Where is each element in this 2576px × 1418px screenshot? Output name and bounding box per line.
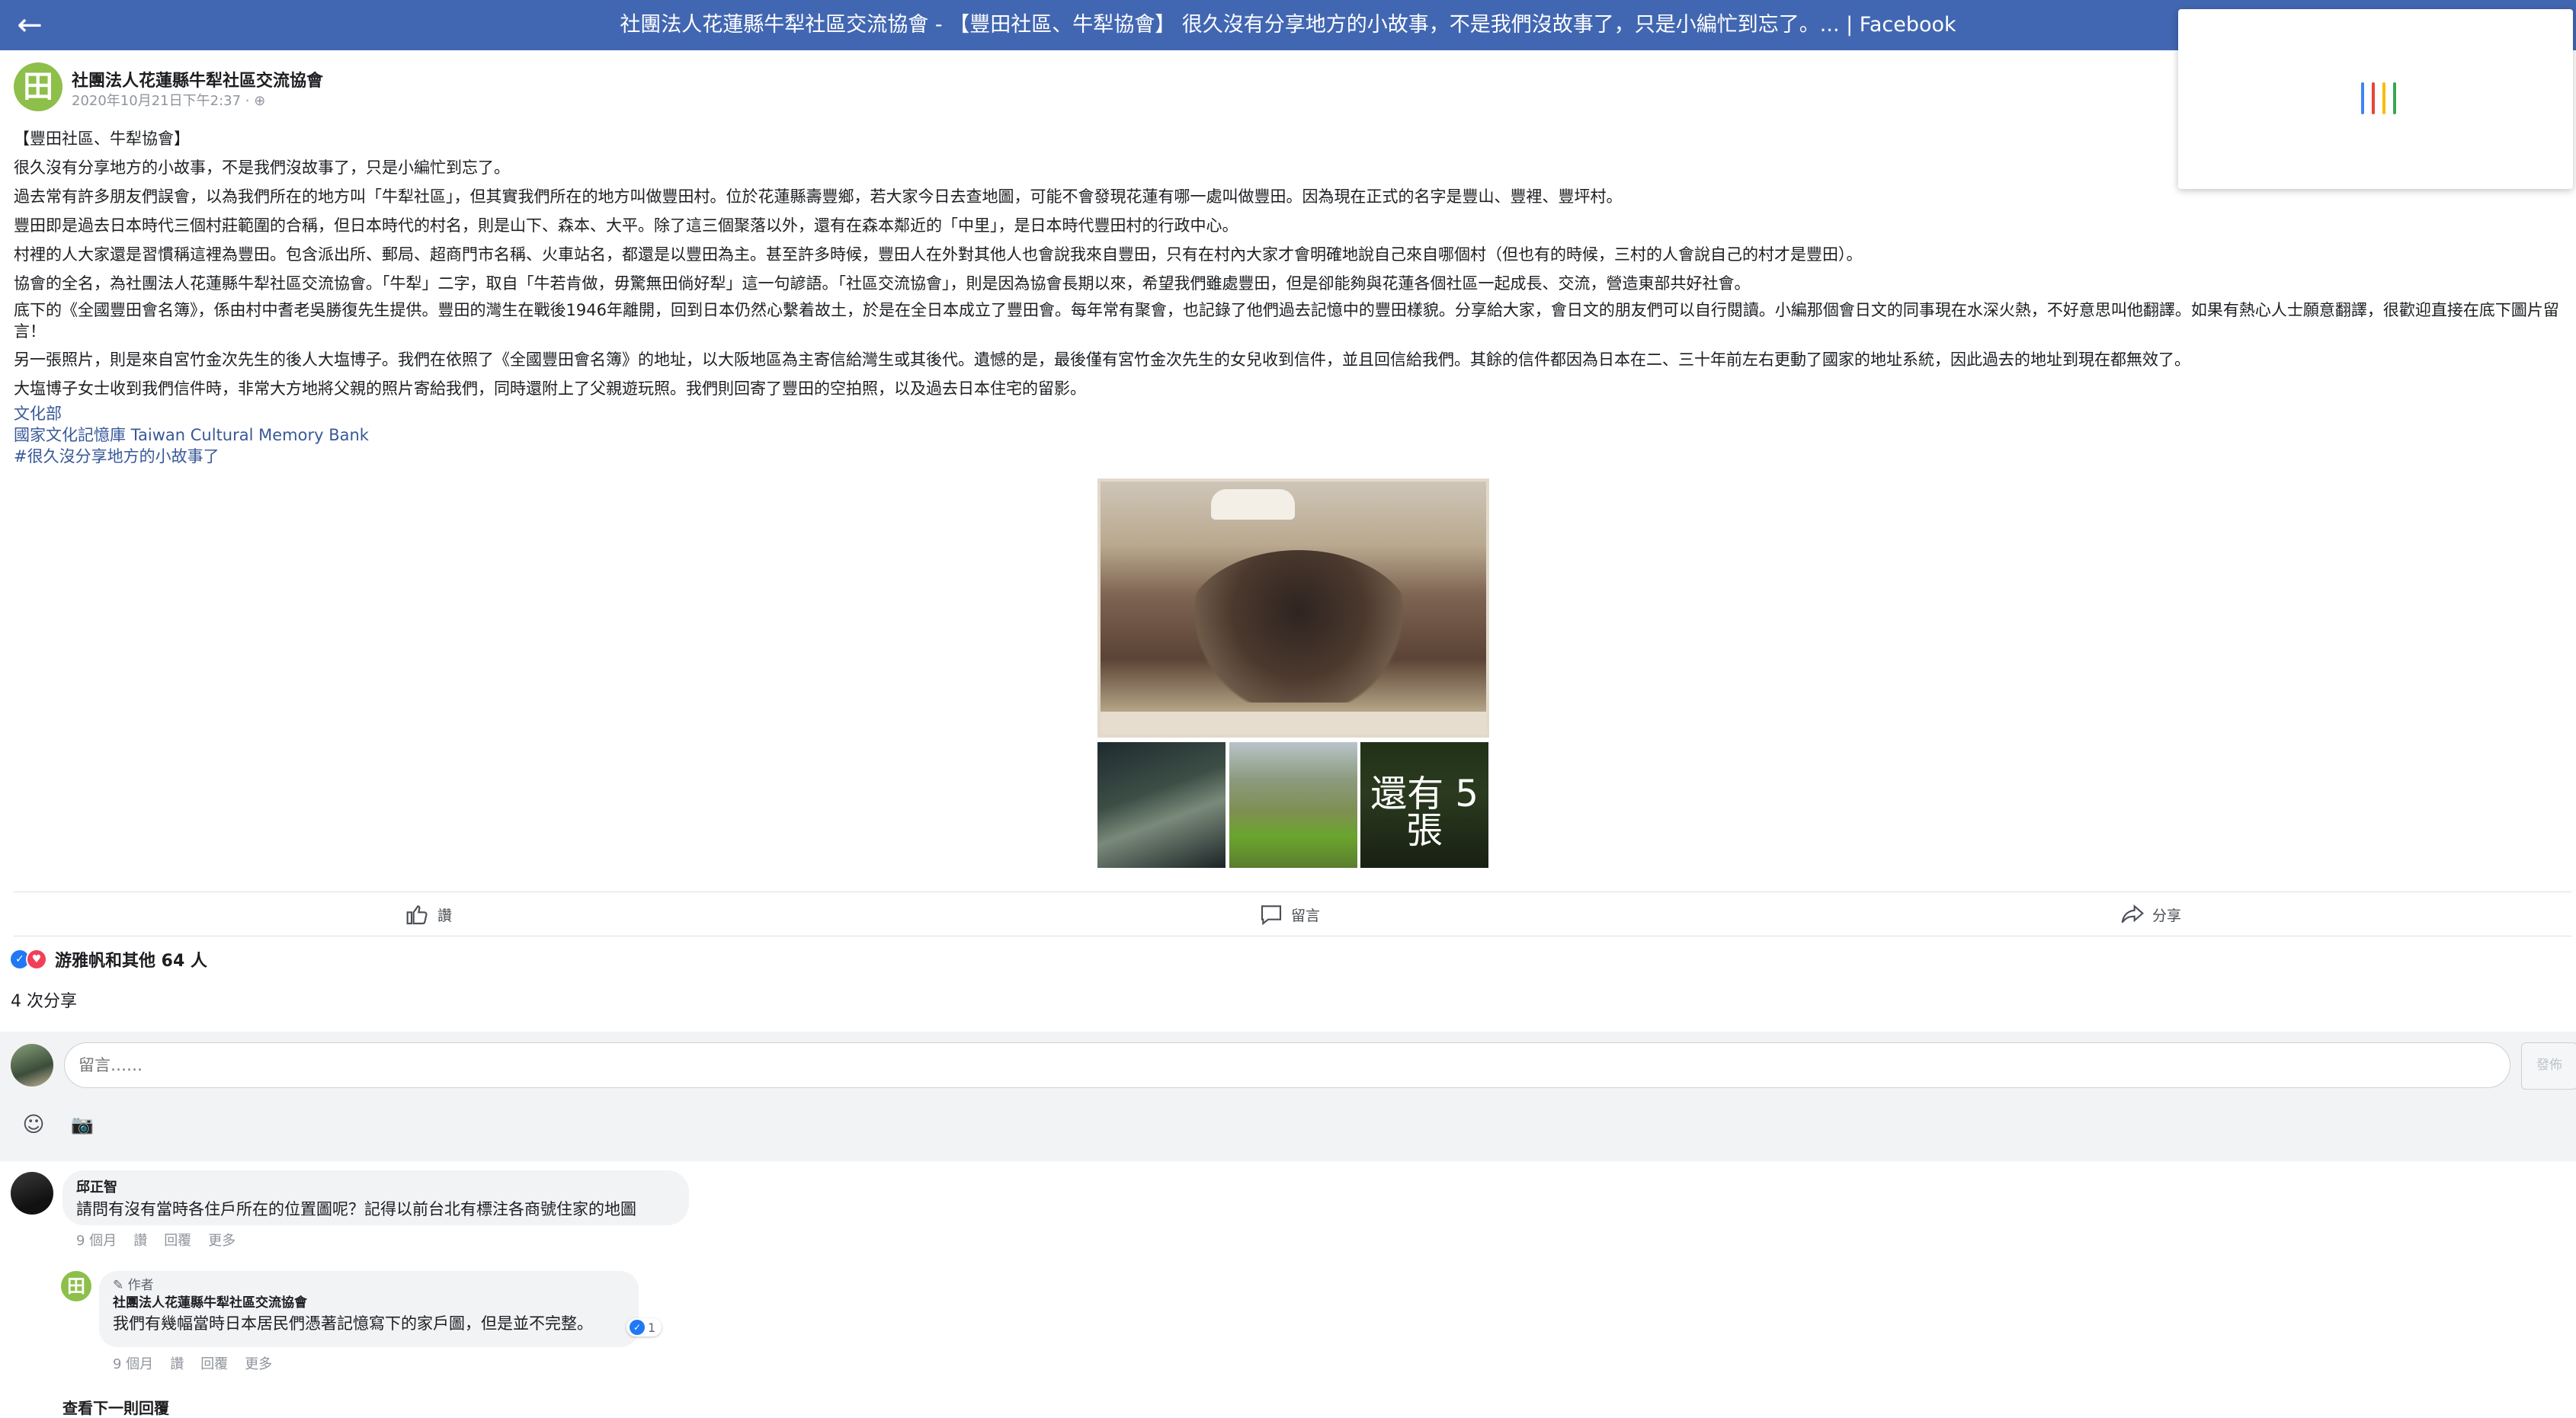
post-paragraph: 另一張照片，則是來自宮竹金次先生的後人大塩博子。我們在依照了《全國豐田會名簿》的…	[14, 350, 2190, 369]
comment-text: 請問有沒有當時各住戶所在的位置圖呢？記得以前台北有標注各商號住家的地圖	[76, 1200, 636, 1218]
comment-author[interactable]: 社團法人花蓮縣牛犁社區交流協會	[113, 1294, 625, 1312]
link-ministry-of-culture[interactable]: 文化部	[14, 403, 2567, 424]
comment-meta: 9 個月 讚 回覆 更多	[76, 1230, 235, 1250]
photo-crowd	[1184, 550, 1413, 703]
photo-caption-strip	[1101, 712, 1486, 735]
comment-like-button[interactable]: 讚	[170, 1353, 184, 1373]
comment-button[interactable]: 留言	[1259, 899, 1320, 930]
avatar[interactable]: 田	[61, 1271, 91, 1301]
photo-thumbnail[interactable]: 還有 5 張	[1360, 742, 1488, 868]
comment-input[interactable]	[64, 1042, 2510, 1088]
post-paragraph: 很久沒有分享地方的小故事，不是我們沒故事了，只是小編忙到忘了。	[14, 158, 510, 177]
post-timestamp[interactable]: 2020年10月21日下午2:37 · ⊕	[72, 90, 265, 110]
share-count[interactable]: 4 次分享	[11, 987, 77, 1012]
author-tag: ✎ 作者	[113, 1278, 154, 1293]
reactions-summary[interactable]: ✓ ♥ 游雅帆和其他 64 人	[11, 947, 207, 971]
comment-more-button[interactable]: 更多	[208, 1230, 235, 1250]
photo-thumbnail[interactable]	[1229, 742, 1357, 868]
comment-reply-button[interactable]: 回覆	[200, 1353, 228, 1373]
loading-spinner-icon	[2355, 82, 2408, 119]
comment-like-button[interactable]: 讚	[133, 1230, 147, 1250]
page-title: 社團法人花蓮縣牛犁社區交流協會 - 【豐田社區、牛犁協會】 很久沒有分享地方的小…	[620, 13, 1956, 37]
link-memory-bank[interactable]: 國家文化記憶庫 Taiwan Cultural Memory Bank	[14, 424, 2567, 446]
comment-bubble: 邱正智 請問有沒有當時各住戶所在的位置圖呢？記得以前台北有標注各商號住家的地圖	[62, 1170, 689, 1225]
hashtag-link[interactable]: #很久沒分享地方的小故事了	[14, 446, 2567, 467]
page-name[interactable]: 社團法人花蓮縣牛犁社區交流協會	[72, 67, 323, 91]
globe-icon: ⊕	[254, 93, 266, 109]
view-more-replies-link[interactable]: 查看下一則回覆	[62, 1396, 169, 1418]
photo-car	[1211, 489, 1295, 520]
post-paragraph: 過去常有許多朋友們誤會，以為我們所在的地方叫「牛犁社區」，但其實我們所在的地方叫…	[14, 187, 1623, 206]
love-reaction-icon: ♥	[26, 949, 47, 970]
comment-time[interactable]: 9 個月	[113, 1353, 153, 1373]
thumbs-up-icon	[406, 905, 428, 925]
comment-time[interactable]: 9 個月	[76, 1230, 117, 1250]
share-icon	[2121, 904, 2144, 923]
page-avatar[interactable]: 田	[14, 62, 62, 111]
emoji-icon[interactable]: ☺	[20, 1111, 47, 1138]
comment-reply-button[interactable]: 回覆	[164, 1230, 191, 1250]
divider	[14, 891, 2571, 892]
comment-icon	[1261, 905, 1282, 926]
post-paragraph: 【豐田社區、牛犁協會】	[14, 130, 190, 148]
post-comment-button[interactable]: 發佈	[2521, 1042, 2576, 1090]
share-button[interactable]: 分享	[2120, 899, 2181, 930]
avatar[interactable]	[11, 1172, 53, 1215]
avatar	[11, 1044, 53, 1087]
main-photo[interactable]	[1097, 479, 1489, 738]
arrow-left-icon[interactable]: ←	[11, 6, 49, 44]
like-reaction-icon: ✓	[630, 1320, 645, 1335]
post-paragraph: 豐田即是過去日本時代三個村莊範圍的合稱，但日本時代的村名，則是山下、森本、大平。…	[14, 216, 1238, 235]
more-photos-label: 還有 5 張	[1360, 742, 1488, 868]
post-paragraph: 大塩博子女士收到我們信件時，非常大方地將父親的照片寄給我們，同時還附上了父親遊玩…	[14, 379, 1086, 398]
post-paragraph: 村裡的人大家還是習慣稱這裡為豐田。包含派出所、郵局、超商門市名稱、火車站名，都還…	[14, 245, 1863, 264]
photo-thumbnail[interactable]	[1097, 742, 1226, 868]
post-paragraph: 協會的全名，為社團法人花蓮縣牛犁社區交流協會。「牛犁」二字，取自「牛若肯做，毋驚…	[14, 274, 1751, 293]
comment-text: 我們有幾幅當時日本居民們憑著記憶寫下的家戶圖，但是並不完整。	[113, 1314, 593, 1333]
post-paragraph: 底下的《全國豐田會名簿》，係由村中耆老吳勝復先生提供。豐田的灣生在戰後1946年…	[14, 301, 2559, 341]
comment-meta: 9 個月 讚 回覆 更多	[113, 1353, 272, 1373]
like-button[interactable]: 讚	[405, 899, 452, 930]
pencil-icon: ✎	[113, 1278, 124, 1293]
comment-author[interactable]: 邱正智	[76, 1178, 675, 1198]
camera-icon[interactable]: 📷	[69, 1111, 96, 1138]
post-body: 【豐田社區、牛犁協會】 很久沒有分享地方的小故事，不是我們沒故事了，只是小編忙到…	[14, 124, 2567, 467]
comment-bubble: ✎ 作者 社團法人花蓮縣牛犁社區交流協會 我們有幾幅當時日本居民們憑著記憶寫下的…	[99, 1271, 639, 1347]
comment-like-count[interactable]: ✓ 1	[626, 1318, 662, 1336]
comment-more-button[interactable]: 更多	[245, 1353, 272, 1373]
